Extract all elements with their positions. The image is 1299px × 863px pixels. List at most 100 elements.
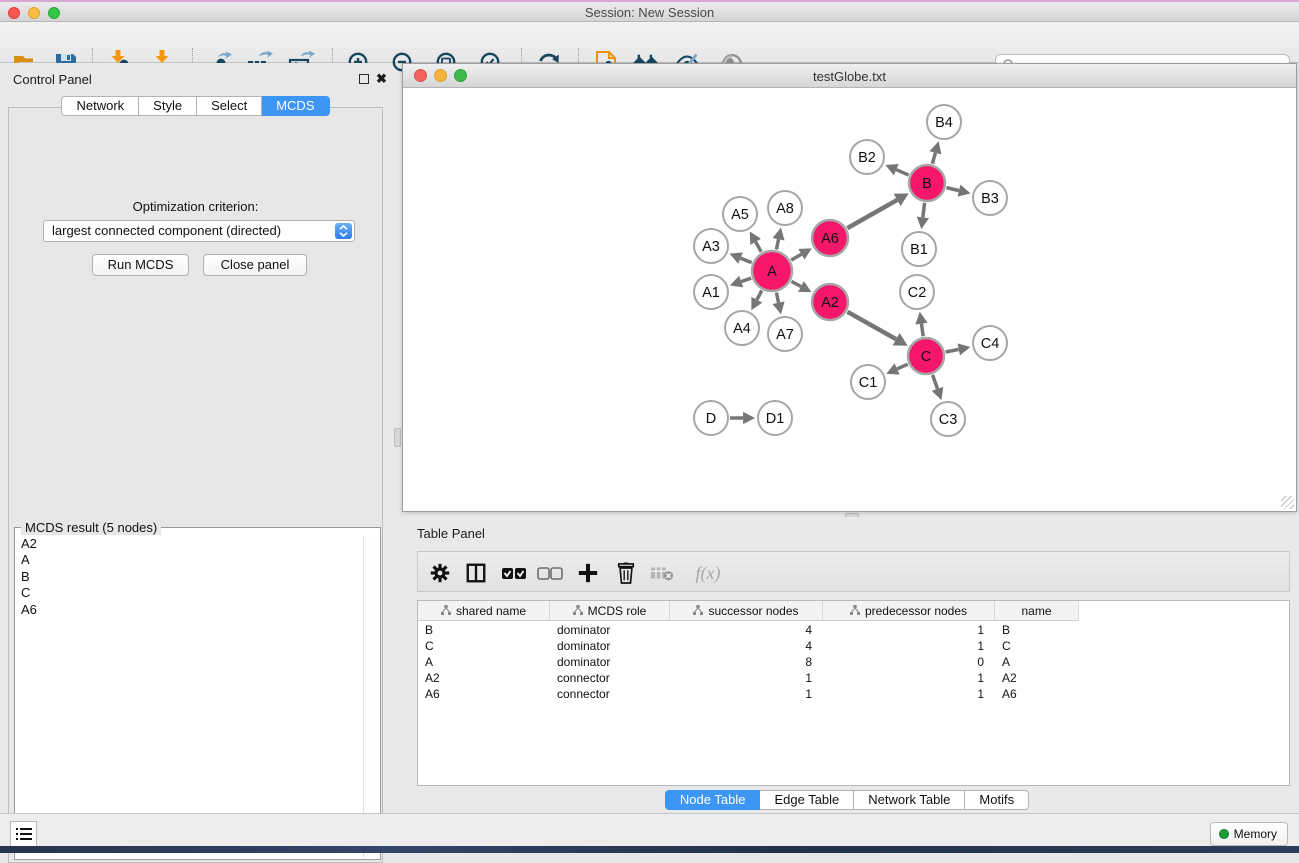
graph-node-label: A8 <box>776 201 794 217</box>
graph-edge-A-A4[interactable] <box>757 290 762 299</box>
table-cell[interactable]: A <box>995 654 1079 670</box>
node-table-body: Bdominator41BCdominator41CAdominator80AA… <box>418 622 1079 702</box>
graph-node-label: A3 <box>702 239 720 255</box>
graph-edge-C-C3[interactable] <box>933 375 938 389</box>
table-cell[interactable]: C <box>418 638 550 654</box>
table-cell[interactable]: 1 <box>823 686 995 702</box>
mcds-result-item[interactable]: C <box>17 585 362 601</box>
table-cell[interactable]: connector <box>550 686 670 702</box>
table-row[interactable]: Adominator80A <box>418 654 1079 670</box>
graph-edge-A-A5[interactable] <box>756 242 762 252</box>
show-columns-icon[interactable] <box>462 559 490 587</box>
graph-edge-A-A6[interactable] <box>791 254 801 260</box>
table-cell[interactable]: 1 <box>670 670 823 686</box>
column-header-successor-nodes[interactable]: successor nodes <box>670 601 823 621</box>
column-header-predecessor-nodes[interactable]: predecessor nodes <box>823 601 995 621</box>
table-cell[interactable]: A6 <box>995 686 1079 702</box>
graph-node-label: B <box>922 176 932 192</box>
unselect-all-icon[interactable] <box>536 559 564 587</box>
table-cell[interactable]: dominator <box>550 654 670 670</box>
graph-edge-A-A3[interactable] <box>741 258 752 263</box>
tab-select[interactable]: Select <box>197 96 262 116</box>
criterion-dropdown[interactable]: largest connected component (directed) <box>43 220 355 242</box>
graph-edge-A2-C[interactable] <box>847 312 896 339</box>
graph-node-label: B1 <box>910 242 928 258</box>
close-panel-button[interactable]: Close panel <box>203 254 307 276</box>
table-cell[interactable]: B <box>995 622 1079 638</box>
float-panel-icon[interactable] <box>359 74 369 84</box>
control-panel-title: Control Panel <box>13 72 92 87</box>
tab-network-table[interactable]: Network Table <box>854 790 965 810</box>
task-history-button[interactable] <box>10 821 37 847</box>
table-cell[interactable]: A <box>418 654 550 670</box>
table-settings-icon[interactable] <box>426 559 454 587</box>
tab-edge-table[interactable]: Edge Table <box>760 790 854 810</box>
memory-button[interactable]: Memory <box>1210 822 1288 846</box>
graph-edge-B-B2[interactable] <box>896 170 908 175</box>
table-row[interactable]: Bdominator41B <box>418 622 1079 638</box>
table-cell[interactable]: 4 <box>670 638 823 654</box>
desktop-edge-bottom <box>0 846 1299 853</box>
mcds-result-item[interactable]: A6 <box>17 602 362 618</box>
table-cell[interactable]: B <box>418 622 550 638</box>
graph-edge-B-B3[interactable] <box>946 188 959 191</box>
graph-edge-A-A8[interactable] <box>776 239 778 249</box>
table-cell[interactable]: A6 <box>418 686 550 702</box>
table-cell[interactable]: 1 <box>823 670 995 686</box>
graph-edge-A6-B[interactable] <box>847 200 897 228</box>
vertical-splitter-handle[interactable] <box>394 428 401 447</box>
network-canvas[interactable]: AA6A2BCA1A3A4A5A7A8B1B2B3B4C1C2C3C4DD1 <box>403 88 1296 511</box>
run-mcds-button[interactable]: Run MCDS <box>92 254 189 276</box>
graph-arrowhead <box>930 141 942 154</box>
graph-edge-C-C4[interactable] <box>946 349 959 352</box>
control-panel-tabs: NetworkStyleSelectMCDS <box>0 96 391 116</box>
network-window-titlebar[interactable]: testGlobe.txt <box>403 64 1296 88</box>
table-cell[interactable]: 1 <box>670 686 823 702</box>
table-cell[interactable]: 0 <box>823 654 995 670</box>
mcds-result-item[interactable]: A2 <box>17 536 362 552</box>
mcds-scrollbar[interactable] <box>363 536 378 857</box>
graph-edge-B-B4[interactable] <box>932 153 935 164</box>
graph-edge-C-C1[interactable] <box>897 364 908 369</box>
table-row[interactable]: Cdominator41C <box>418 638 1079 654</box>
table-tabs: Node TableEdge TableNetwork TableMotifs <box>395 790 1299 810</box>
tab-motifs[interactable]: Motifs <box>965 790 1029 810</box>
graph-edge-C-C2[interactable] <box>921 324 923 337</box>
create-column-icon[interactable] <box>574 559 602 587</box>
tab-style[interactable]: Style <box>139 96 197 116</box>
column-type-icon <box>693 604 703 618</box>
table-cell[interactable]: connector <box>550 670 670 686</box>
table-row[interactable]: A6connector11A6 <box>418 686 1079 702</box>
table-cell[interactable]: C <box>995 638 1079 654</box>
column-header-MCDS-role[interactable]: MCDS role <box>550 601 670 621</box>
tab-mcds[interactable]: MCDS <box>262 96 329 116</box>
graph-edge-A-A2[interactable] <box>791 281 801 286</box>
select-all-icon[interactable] <box>500 559 528 587</box>
table-cell[interactable]: A2 <box>418 670 550 686</box>
column-type-icon <box>573 604 583 618</box>
column-header-shared-name[interactable]: shared name <box>418 601 550 621</box>
graph-edge-A-A1[interactable] <box>741 278 751 281</box>
table-cell[interactable]: 8 <box>670 654 823 670</box>
table-cell[interactable]: A2 <box>995 670 1079 686</box>
mcds-result-item[interactable]: B <box>17 569 362 585</box>
table-cell[interactable]: dominator <box>550 638 670 654</box>
table-cell[interactable]: 4 <box>670 622 823 638</box>
delete-column-icon[interactable] <box>612 559 640 587</box>
close-panel-icon[interactable]: ✖ <box>376 74 387 84</box>
column-header-name[interactable]: name <box>995 601 1079 621</box>
network-graph[interactable]: AA6A2BCA1A3A4A5A7A8B1B2B3B4C1C2C3C4DD1 <box>403 88 1296 511</box>
tab-network[interactable]: Network <box>61 96 139 116</box>
graph-edge-A-A7[interactable] <box>776 293 778 303</box>
graph-edge-B-B1[interactable] <box>923 203 925 217</box>
mcds-result-item[interactable]: A <box>17 552 362 568</box>
table-cell[interactable]: 1 <box>823 638 995 654</box>
window-resize-grip[interactable] <box>1281 496 1294 509</box>
tab-node-table[interactable]: Node Table <box>665 790 761 810</box>
app-title: Session: New Session <box>0 5 1299 20</box>
table-cell[interactable]: 1 <box>823 622 995 638</box>
table-row[interactable]: A2connector11A2 <box>418 670 1079 686</box>
graph-arrowhead <box>958 343 971 355</box>
table-cell[interactable]: dominator <box>550 622 670 638</box>
dropdown-stepper-icon[interactable] <box>335 223 352 239</box>
